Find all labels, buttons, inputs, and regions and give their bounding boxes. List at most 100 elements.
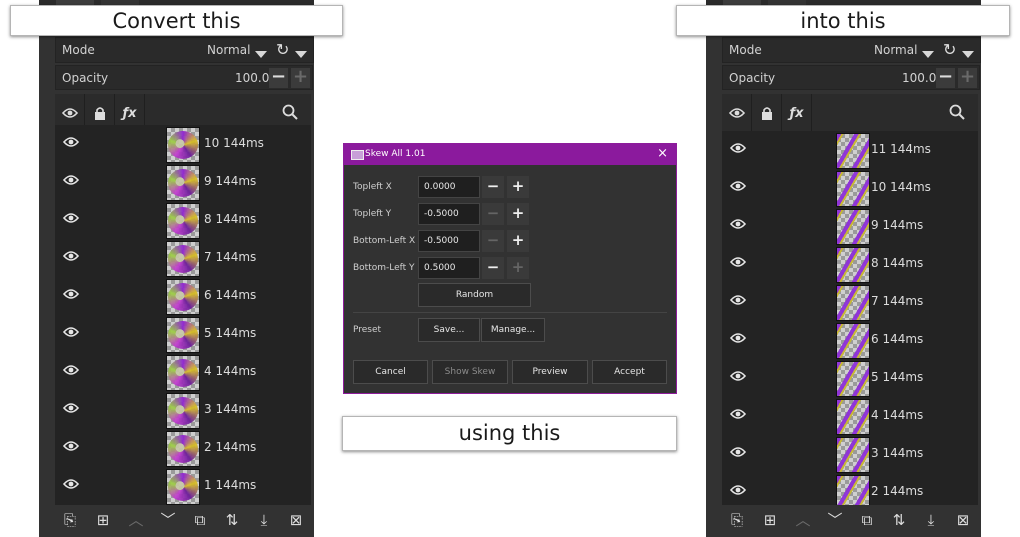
topleft-y-decrease-button[interactable]: − xyxy=(482,203,504,225)
sort-icon[interactable]: ⇅ xyxy=(889,510,909,530)
layer-row[interactable]: 8 144ms xyxy=(55,201,311,239)
layer-name[interactable]: 4 144ms xyxy=(871,408,923,422)
visibility-eye-icon[interactable] xyxy=(729,218,747,233)
visibility-eye-icon[interactable] xyxy=(729,484,747,499)
dialog-titlebar[interactable]: Skew All 1.01 × xyxy=(344,144,676,165)
preset-manage-button[interactable]: Manage... xyxy=(481,318,545,342)
sort-icon[interactable]: ⇅ xyxy=(222,510,242,530)
mode-dropdown[interactable]: Normal xyxy=(207,43,250,57)
bottom-left-y-increase-button[interactable]: + xyxy=(507,257,529,279)
visibility-eye-icon[interactable] xyxy=(62,250,80,265)
visibility-eye-icon[interactable] xyxy=(62,440,80,455)
layer-row[interactable]: 11 144ms xyxy=(722,131,978,169)
visibility-eye-icon[interactable] xyxy=(62,364,80,379)
bottom-left-x-decrease-button[interactable]: − xyxy=(482,230,504,252)
layer-name[interactable]: 4 144ms xyxy=(204,364,256,378)
merge-down-icon[interactable]: ⤓ xyxy=(254,510,274,530)
layer-row[interactable]: 7 144ms xyxy=(722,283,978,321)
visibility-eye-icon[interactable] xyxy=(729,256,747,271)
delete-icon[interactable]: ⊠ xyxy=(286,510,306,530)
visibility-eye-icon[interactable] xyxy=(729,408,747,423)
layer-mode-icon[interactable]: ↻ xyxy=(276,40,289,59)
layer-name[interactable]: 8 144ms xyxy=(871,256,923,270)
layer-row[interactable]: 4 144ms xyxy=(55,353,311,391)
topleft-x-increase-button[interactable]: + xyxy=(507,176,529,198)
mode-dropdown[interactable]: Normal xyxy=(874,43,917,57)
topleft-y-input[interactable]: -0.5000 xyxy=(418,203,480,225)
bottom-left-x-input[interactable]: -0.5000 xyxy=(418,230,480,252)
chevron-down-icon[interactable] xyxy=(962,47,974,61)
merge-down-icon[interactable]: ⤓ xyxy=(921,510,941,530)
opacity-increase-button[interactable]: + xyxy=(291,68,310,88)
layer-row[interactable]: 5 144ms xyxy=(55,315,311,353)
layer-name[interactable]: 9 144ms xyxy=(871,218,923,232)
layer-row[interactable]: 10 144ms xyxy=(722,169,978,207)
layer-name[interactable]: 2 144ms xyxy=(204,440,256,454)
visibility-eye-icon[interactable] xyxy=(62,326,80,341)
visibility-eye-icon[interactable] xyxy=(62,402,80,417)
layer-row[interactable]: 2 144ms xyxy=(55,429,311,467)
move-up-icon[interactable]: ︿ xyxy=(793,510,813,530)
search-icon[interactable] xyxy=(949,104,965,123)
bottom-left-x-increase-button[interactable]: + xyxy=(507,230,529,252)
opacity-value[interactable]: 100.0 xyxy=(902,71,936,85)
layer-row[interactable]: 5 144ms xyxy=(722,359,978,397)
visibility-eye-icon[interactable] xyxy=(729,370,747,385)
opacity-decrease-button[interactable]: − xyxy=(269,68,288,88)
topleft-x-input[interactable]: 0.0000 xyxy=(418,176,480,198)
bottom-left-y-input[interactable]: 0.5000 xyxy=(418,257,480,279)
header-eye-cell[interactable] xyxy=(722,94,752,132)
layer-row[interactable]: 1 144ms xyxy=(55,467,311,505)
visibility-eye-icon[interactable] xyxy=(62,478,80,493)
layer-name[interactable]: 6 144ms xyxy=(204,288,256,302)
visibility-eye-icon[interactable] xyxy=(729,294,747,309)
header-lock-cell[interactable] xyxy=(752,94,782,132)
duplicate-icon[interactable]: ⧉ xyxy=(190,510,210,530)
layer-row[interactable]: 7 144ms xyxy=(55,239,311,277)
layer-name[interactable]: 10 144ms xyxy=(871,180,931,194)
visibility-eye-icon[interactable] xyxy=(729,142,747,157)
layer-name[interactable]: 8 144ms xyxy=(204,212,256,226)
search-icon[interactable] xyxy=(282,104,298,123)
random-button[interactable]: Random xyxy=(418,283,531,307)
layer-row[interactable]: 4 144ms xyxy=(722,397,978,435)
topleft-x-decrease-button[interactable]: − xyxy=(482,176,504,198)
layer-row[interactable]: 6 144ms xyxy=(55,277,311,315)
layer-row[interactable]: 10 144ms xyxy=(55,125,311,163)
new-layer-icon[interactable]: ⎘ xyxy=(727,510,747,530)
layer-row[interactable]: 9 144ms xyxy=(55,163,311,201)
visibility-eye-icon[interactable] xyxy=(62,288,80,303)
duplicate-icon[interactable]: ⧉ xyxy=(857,510,877,530)
layer-row[interactable]: 9 144ms xyxy=(722,207,978,245)
new-layer-icon[interactable]: ⎘ xyxy=(60,510,80,530)
layer-name[interactable]: 6 144ms xyxy=(871,332,923,346)
chevron-down-icon[interactable] xyxy=(922,47,934,61)
layer-name[interactable]: 2 144ms xyxy=(871,484,923,498)
new-group-icon[interactable]: ⊞ xyxy=(760,510,780,530)
bottom-left-y-decrease-button[interactable]: − xyxy=(482,257,504,279)
visibility-eye-icon[interactable] xyxy=(729,446,747,461)
layer-name[interactable]: 3 144ms xyxy=(871,446,923,460)
visibility-eye-icon[interactable] xyxy=(729,180,747,195)
visibility-eye-icon[interactable] xyxy=(62,212,80,227)
opacity-value[interactable]: 100.0 xyxy=(235,71,269,85)
layer-name[interactable]: 9 144ms xyxy=(204,174,256,188)
move-down-icon[interactable]: ﹀ xyxy=(158,510,178,530)
visibility-eye-icon[interactable] xyxy=(62,136,80,151)
layer-name[interactable]: 5 144ms xyxy=(204,326,256,340)
layer-name[interactable]: 5 144ms xyxy=(871,370,923,384)
layer-name[interactable]: 3 144ms xyxy=(204,402,256,416)
cancel-button[interactable]: Cancel xyxy=(353,360,428,384)
layer-name[interactable]: 1 144ms xyxy=(204,478,256,492)
chevron-down-icon[interactable] xyxy=(255,47,267,61)
layer-name[interactable]: 7 144ms xyxy=(871,294,923,308)
layer-mode-icon[interactable]: ↻ xyxy=(943,40,956,59)
visibility-eye-icon[interactable] xyxy=(62,174,80,189)
layer-name[interactable]: 11 144ms xyxy=(871,142,931,156)
opacity-decrease-button[interactable]: − xyxy=(936,68,955,88)
chevron-down-icon[interactable] xyxy=(295,47,307,61)
visibility-eye-icon[interactable] xyxy=(729,332,747,347)
move-down-icon[interactable]: ﹀ xyxy=(825,510,845,530)
layer-row[interactable]: 2 144ms xyxy=(722,473,978,505)
header-fx-cell[interactable]: ƒx xyxy=(782,94,812,132)
